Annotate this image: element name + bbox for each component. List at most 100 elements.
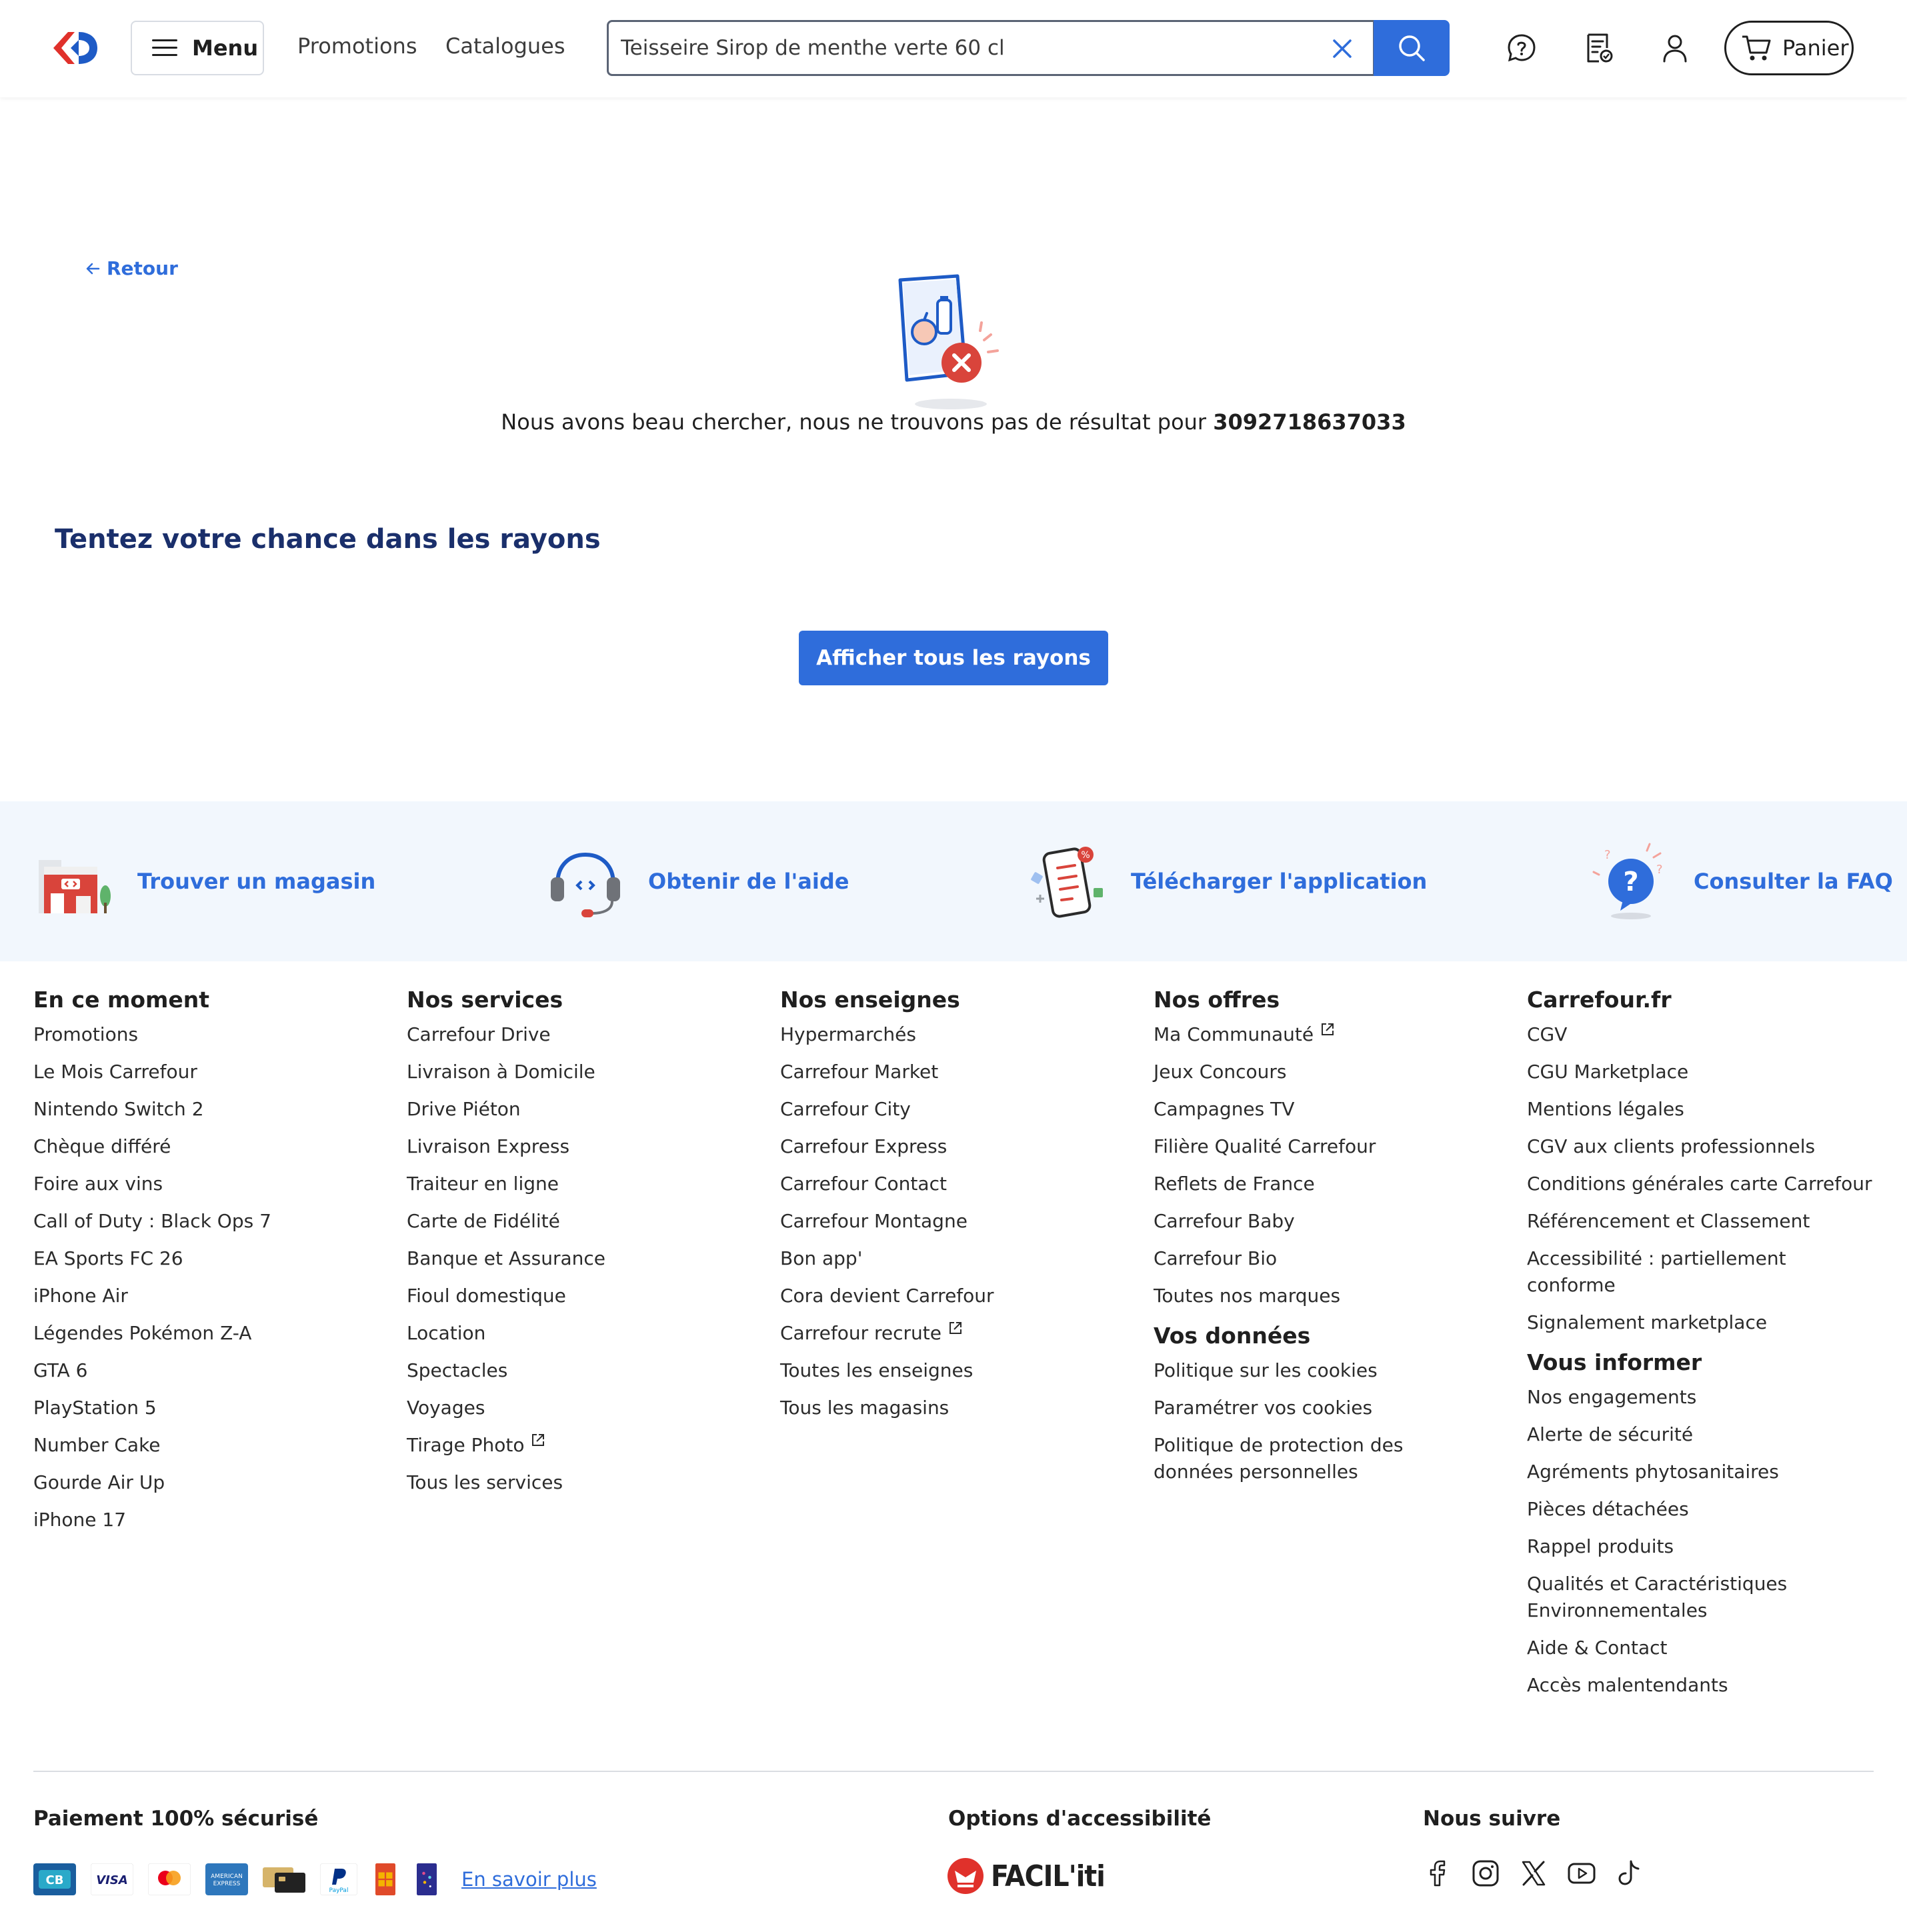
- footer-link[interactable]: Politique sur les cookies: [1154, 1357, 1467, 1384]
- footer-link[interactable]: EA Sports FC 26: [33, 1245, 271, 1272]
- footer-link[interactable]: Toutes nos marques: [1154, 1283, 1467, 1309]
- footer-link[interactable]: Traiteur en ligne: [407, 1171, 605, 1197]
- footer-link[interactable]: Banque et Assurance: [407, 1245, 605, 1272]
- footer-link[interactable]: Agréments phytosanitaires: [1527, 1459, 1872, 1485]
- footer-link[interactable]: Hypermarchés: [780, 1021, 994, 1048]
- footer-link[interactable]: Carrefour Express: [780, 1133, 994, 1160]
- x-icon[interactable]: [1519, 1859, 1548, 1888]
- find-store-link[interactable]: Trouver un magasin: [35, 801, 375, 961]
- footer-link[interactable]: Tous les services: [407, 1469, 605, 1496]
- svg-text:?: ?: [1656, 863, 1663, 877]
- footer-link[interactable]: Carrefour Montagne: [780, 1208, 994, 1235]
- footer-link[interactable]: PlayStation 5: [33, 1395, 271, 1421]
- footer-link[interactable]: Référencement et Classement: [1527, 1208, 1872, 1235]
- footer-link[interactable]: Chèque différé: [33, 1133, 271, 1160]
- footer-link[interactable]: Carrefour Baby: [1154, 1208, 1467, 1235]
- footer-link[interactable]: Bon app': [780, 1245, 994, 1272]
- footer-link[interactable]: Mentions légales: [1527, 1096, 1872, 1123]
- help-chat-icon[interactable]: [1506, 32, 1538, 64]
- footer-link[interactable]: Fioul domestique: [407, 1283, 605, 1309]
- footer-link[interactable]: Campagnes TV: [1154, 1096, 1467, 1123]
- shopping-list-icon[interactable]: [1583, 32, 1615, 64]
- search-input[interactable]: [621, 22, 1261, 74]
- search-button[interactable]: [1374, 20, 1450, 76]
- footer-link[interactable]: iPhone Air: [33, 1283, 271, 1309]
- download-app-link[interactable]: % Télécharger l'application: [1028, 801, 1427, 961]
- payment-learn-more-link[interactable]: En savoir plus: [461, 1868, 597, 1891]
- headset-icon: [551, 852, 620, 917]
- footer-link[interactable]: Aide & Contact: [1527, 1635, 1872, 1661]
- footer-link[interactable]: Politique de protection des données pers…: [1154, 1432, 1467, 1485]
- footer-link[interactable]: Reflets de France: [1154, 1171, 1467, 1197]
- footer-link[interactable]: Pièces détachées: [1527, 1496, 1872, 1523]
- footer-link[interactable]: Paramétrer vos cookies: [1154, 1395, 1467, 1421]
- nav-promotions[interactable]: Promotions: [297, 33, 417, 59]
- footer-link[interactable]: Jeux Concours: [1154, 1059, 1467, 1085]
- download-app-label: Télécharger l'application: [1131, 869, 1428, 894]
- footer-link-external[interactable]: Tirage Photo: [407, 1432, 605, 1459]
- footer-link[interactable]: Toutes les enseignes: [780, 1357, 994, 1384]
- footer-link-external[interactable]: Ma Communauté: [1154, 1021, 1467, 1048]
- footer-link[interactable]: GTA 6: [33, 1357, 271, 1384]
- footer-col-title: Vos données: [1154, 1323, 1311, 1349]
- account-icon[interactable]: [1659, 32, 1691, 64]
- footer-link[interactable]: Signalement marketplace: [1527, 1309, 1872, 1336]
- footer-link[interactable]: Livraison Express: [407, 1133, 605, 1160]
- footer-col-carrefour-fr: Carrefour.fr CGV CGU Marketplace Mention…: [1527, 984, 1872, 1709]
- footer-link[interactable]: CGV: [1527, 1021, 1872, 1048]
- footer-link[interactable]: Carrefour Market: [780, 1059, 994, 1085]
- footer-link-external[interactable]: Carrefour recrute: [780, 1320, 994, 1347]
- footer-link[interactable]: CGU Marketplace: [1527, 1059, 1872, 1085]
- cart-label: Panier: [1782, 35, 1849, 61]
- footer-link[interactable]: Nos engagements: [1527, 1384, 1872, 1411]
- empty-result-text: Nous avons beau chercher, nous ne trouvo…: [501, 409, 1207, 435]
- footer-link[interactable]: Conditions générales carte Carrefour: [1527, 1171, 1872, 1197]
- footer-link[interactable]: Alerte de sécurité: [1527, 1421, 1872, 1448]
- footer-link[interactable]: Rappel produits: [1527, 1533, 1872, 1560]
- footer-link[interactable]: Spectacles: [407, 1357, 605, 1384]
- clear-search-icon[interactable]: [1330, 37, 1354, 61]
- footer-link[interactable]: Cora devient Carrefour: [780, 1283, 994, 1309]
- footer-link[interactable]: Carrefour City: [780, 1096, 994, 1123]
- get-help-link[interactable]: Obtenir de l'aide: [545, 801, 849, 961]
- faq-link[interactable]: ? ? ? Consulter la FAQ: [1591, 801, 1893, 961]
- footer-link[interactable]: Voyages: [407, 1395, 605, 1421]
- footer-link[interactable]: Le Mois Carrefour: [33, 1059, 271, 1085]
- footer-link[interactable]: Accès malentendants: [1527, 1672, 1872, 1699]
- footer-link[interactable]: Carrefour Contact: [780, 1171, 994, 1197]
- nav-catalogues[interactable]: Catalogues: [445, 33, 565, 59]
- footer-link[interactable]: Carrefour Drive: [407, 1021, 605, 1048]
- show-all-departments-button[interactable]: Afficher tous les rayons: [799, 631, 1108, 685]
- footer-col-nos-enseignes: Nos enseignes Hypermarchés Carrefour Mar…: [780, 984, 994, 1432]
- footer-link[interactable]: Call of Duty : Black Ops 7: [33, 1208, 271, 1235]
- footer-link[interactable]: Qualités et Caractéristiques Environneme…: [1527, 1571, 1794, 1624]
- youtube-icon[interactable]: [1567, 1859, 1596, 1888]
- pass-card-icon: [263, 1867, 305, 1893]
- carrefour-logo[interactable]: [52, 29, 99, 67]
- footer-col-title: Nos services: [407, 987, 563, 1013]
- tiktok-icon[interactable]: [1615, 1859, 1644, 1888]
- footer-link[interactable]: Accessibilité : partiellement conforme: [1527, 1245, 1787, 1299]
- facebook-icon[interactable]: [1423, 1859, 1452, 1888]
- footer-link[interactable]: Drive Piéton: [407, 1096, 605, 1123]
- footer-link[interactable]: Foire aux vins: [33, 1171, 271, 1197]
- footer-link[interactable]: Livraison à Domicile: [407, 1059, 605, 1085]
- menu-button[interactable]: Menu: [131, 21, 264, 75]
- footer-link[interactable]: iPhone 17: [33, 1507, 271, 1533]
- cart-button[interactable]: Panier: [1724, 21, 1854, 75]
- footer-link[interactable]: Carrefour Bio: [1154, 1245, 1467, 1272]
- faciliti-link[interactable]: FACIL'iti: [947, 1857, 1106, 1895]
- footer-link[interactable]: Number Cake: [33, 1432, 271, 1459]
- footer-link[interactable]: Location: [407, 1320, 605, 1347]
- footer-link[interactable]: Nintendo Switch 2: [33, 1096, 271, 1123]
- footer-link[interactable]: Carte de Fidélité: [407, 1208, 605, 1235]
- footer-link[interactable]: Promotions: [33, 1021, 271, 1048]
- footer-link[interactable]: Filière Qualité Carrefour: [1154, 1133, 1467, 1160]
- footer-link[interactable]: Légendes Pokémon Z-A: [33, 1320, 271, 1347]
- instagram-icon[interactable]: [1471, 1859, 1500, 1888]
- footer-link[interactable]: Tous les magasins: [780, 1395, 994, 1421]
- footer-link[interactable]: Gourde Air Up: [33, 1469, 271, 1496]
- back-link[interactable]: Retour: [85, 257, 178, 279]
- footer-col-en-ce-moment: En ce moment Promotions Le Mois Carrefou…: [33, 984, 271, 1544]
- footer-link[interactable]: CGV aux clients professionnels: [1527, 1133, 1872, 1160]
